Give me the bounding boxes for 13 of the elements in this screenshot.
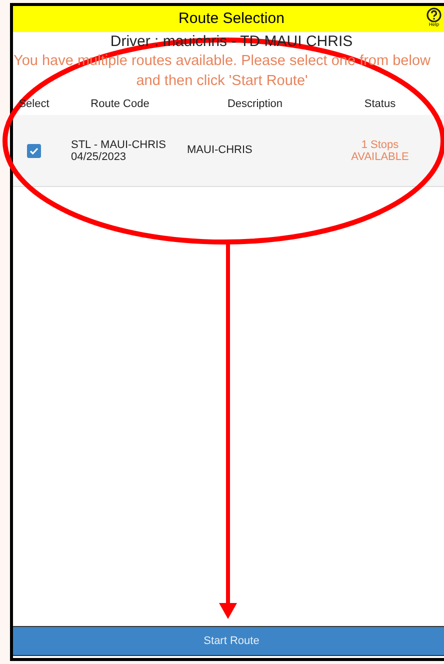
column-header: Description	[227, 96, 283, 112]
route-status: AVAILABLE	[351, 150, 409, 162]
help-icon	[426, 7, 442, 23]
instruction-text: and then click 'Start Route'	[136, 72, 308, 91]
route-status: 1 Stops	[361, 138, 399, 150]
route-description: MAUI-CHRIS	[187, 143, 252, 158]
route-code: STL - MAUI-CHRIS	[71, 138, 167, 150]
check-icon	[29, 146, 39, 156]
route-code: 04/25/2023	[71, 150, 128, 162]
checkbox[interactable]	[27, 144, 41, 158]
page-title: Route Selection	[178, 8, 284, 29]
column-header: Status	[364, 96, 396, 112]
column-header: Route Code	[90, 96, 150, 112]
